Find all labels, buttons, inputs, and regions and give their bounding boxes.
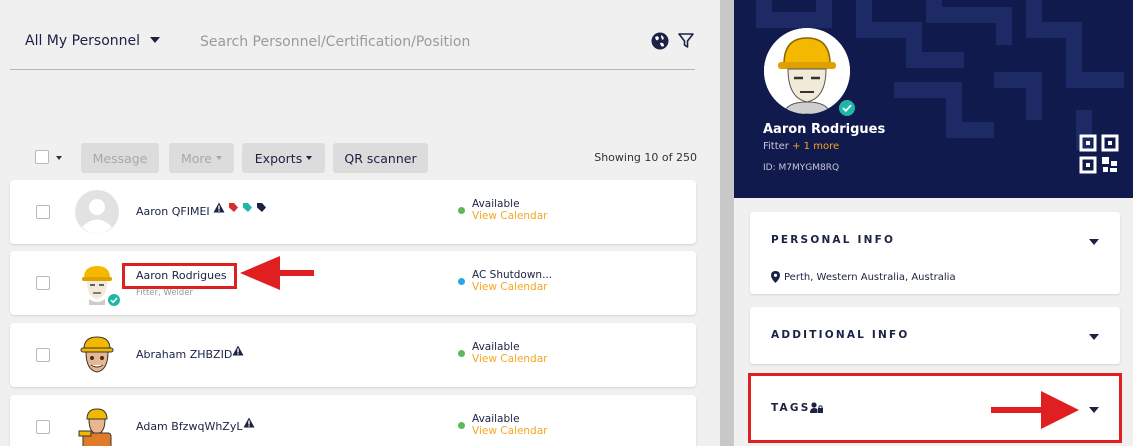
row-checkbox[interactable] bbox=[36, 205, 50, 219]
bulk-toolbar: Message More Exports QR scanner Showing … bbox=[35, 143, 697, 173]
view-calendar-link[interactable]: View Calendar bbox=[472, 281, 552, 293]
status-dot bbox=[458, 207, 465, 214]
exports-button[interactable]: Exports bbox=[242, 143, 325, 173]
qr-scanner-button[interactable]: QR scanner bbox=[333, 143, 428, 173]
row-checkbox[interactable] bbox=[36, 348, 50, 362]
worker-portrait bbox=[764, 28, 850, 114]
default-avatar-icon bbox=[75, 190, 119, 234]
profile-name: Aaron Rodrigues bbox=[763, 122, 886, 137]
status-dot bbox=[458, 350, 465, 357]
more-roles-link[interactable]: + 1 more bbox=[792, 141, 839, 152]
annotation-arrowhead bbox=[1041, 391, 1079, 429]
tag-badges bbox=[213, 202, 267, 213]
location-pin-icon bbox=[771, 271, 780, 283]
availability-status: Available View Calendar bbox=[458, 413, 547, 437]
section-title: PERSONAL INFO bbox=[771, 234, 896, 246]
personal-info-section[interactable]: PERSONAL INFO Perth, Western Australia, … bbox=[750, 212, 1120, 294]
row-checkbox[interactable] bbox=[36, 276, 50, 290]
annotation-arrow bbox=[991, 407, 1043, 413]
filter-icon[interactable] bbox=[676, 31, 696, 51]
scope-label: All My Personnel bbox=[25, 33, 141, 49]
view-calendar-link[interactable]: View Calendar bbox=[472, 425, 547, 437]
personnel-row[interactable]: Abraham ZHBZID Available View Calendar bbox=[10, 323, 696, 387]
verified-icon bbox=[837, 98, 857, 118]
verified-icon bbox=[107, 293, 121, 307]
profile-header: Aaron Rodrigues Fitter + 1 more ID: M7MY… bbox=[734, 0, 1133, 198]
caret-down-icon bbox=[150, 37, 161, 43]
personnel-list-pane: All My Personnel Message More Exports QR… bbox=[0, 0, 720, 446]
additional-info-section[interactable]: ADDITIONAL INFO bbox=[750, 307, 1120, 364]
status-label: AC Shutdown... bbox=[472, 269, 553, 281]
personnel-row[interactable]: Aaron Rodrigues Fitter, Welder AC Shutdo… bbox=[10, 251, 696, 315]
status-label: Available bbox=[472, 413, 520, 425]
select-caret-icon[interactable] bbox=[56, 156, 62, 160]
annotation-highlight-box bbox=[122, 263, 237, 289]
availability-status: Available View Calendar bbox=[458, 341, 547, 365]
availability-status: Available View Calendar bbox=[458, 198, 547, 222]
tag-badges bbox=[243, 417, 255, 428]
person-name[interactable]: Abraham ZHBZID bbox=[136, 348, 232, 361]
person-positions: Fitter, Welder bbox=[136, 288, 194, 298]
profile-id: ID: M7MYGM8RQ bbox=[763, 163, 840, 173]
location-text: Perth, Western Australia, Australia bbox=[784, 272, 956, 283]
annotation-arrowhead bbox=[240, 256, 280, 290]
globe-icon[interactable] bbox=[650, 31, 670, 51]
annotation-arrow bbox=[278, 270, 314, 276]
warning-icon bbox=[232, 345, 244, 356]
worker-avatar bbox=[78, 408, 112, 446]
view-calendar-link[interactable]: View Calendar bbox=[472, 353, 547, 365]
profile-avatar bbox=[764, 28, 850, 114]
caret-down-icon[interactable] bbox=[1089, 334, 1099, 340]
row-checkbox[interactable] bbox=[36, 420, 50, 434]
message-button[interactable]: Message bbox=[81, 143, 159, 173]
status-label: Available bbox=[472, 341, 520, 353]
caret-down-icon bbox=[306, 156, 313, 160]
worker-avatar bbox=[80, 336, 114, 373]
person-name[interactable]: Adam BfzwqWhZyL bbox=[136, 420, 242, 433]
qr-code-icon[interactable] bbox=[1079, 134, 1119, 174]
section-title: ADDITIONAL INFO bbox=[771, 329, 910, 341]
status-dot bbox=[458, 422, 465, 429]
personnel-row[interactable]: Adam BfzwqWhZyL Available View Calendar bbox=[10, 395, 696, 446]
personnel-scope-dropdown[interactable]: All My Personnel bbox=[25, 33, 161, 49]
tag-red-icon bbox=[229, 203, 238, 212]
view-calendar-link[interactable]: View Calendar bbox=[472, 210, 547, 222]
list-header: All My Personnel bbox=[10, 18, 695, 70]
caret-down-icon bbox=[216, 156, 222, 160]
availability-status: AC Shutdown... View Calendar bbox=[458, 269, 553, 293]
personnel-row[interactable]: Aaron QFIMEI Available View Calendar bbox=[10, 180, 696, 244]
warning-icon bbox=[243, 417, 255, 428]
caret-down-icon[interactable] bbox=[1089, 239, 1099, 245]
person-name[interactable]: Aaron QFIMEI bbox=[136, 205, 210, 218]
profile-pane: Aaron Rodrigues Fitter + 1 more ID: M7MY… bbox=[734, 0, 1133, 446]
pane-divider[interactable] bbox=[720, 0, 734, 446]
status-label: Available bbox=[472, 198, 520, 210]
tag-navy-icon bbox=[257, 203, 266, 212]
more-button[interactable]: More bbox=[169, 143, 234, 173]
results-count: Showing 10 of 250 bbox=[594, 151, 697, 164]
status-dot bbox=[458, 278, 465, 285]
search-input[interactable] bbox=[200, 30, 620, 54]
tag-badges bbox=[232, 345, 244, 356]
warning-icon bbox=[213, 202, 225, 213]
tag-teal-icon bbox=[243, 203, 252, 212]
profile-role: Fitter + 1 more bbox=[763, 141, 840, 152]
select-all-checkbox[interactable] bbox=[35, 150, 49, 164]
